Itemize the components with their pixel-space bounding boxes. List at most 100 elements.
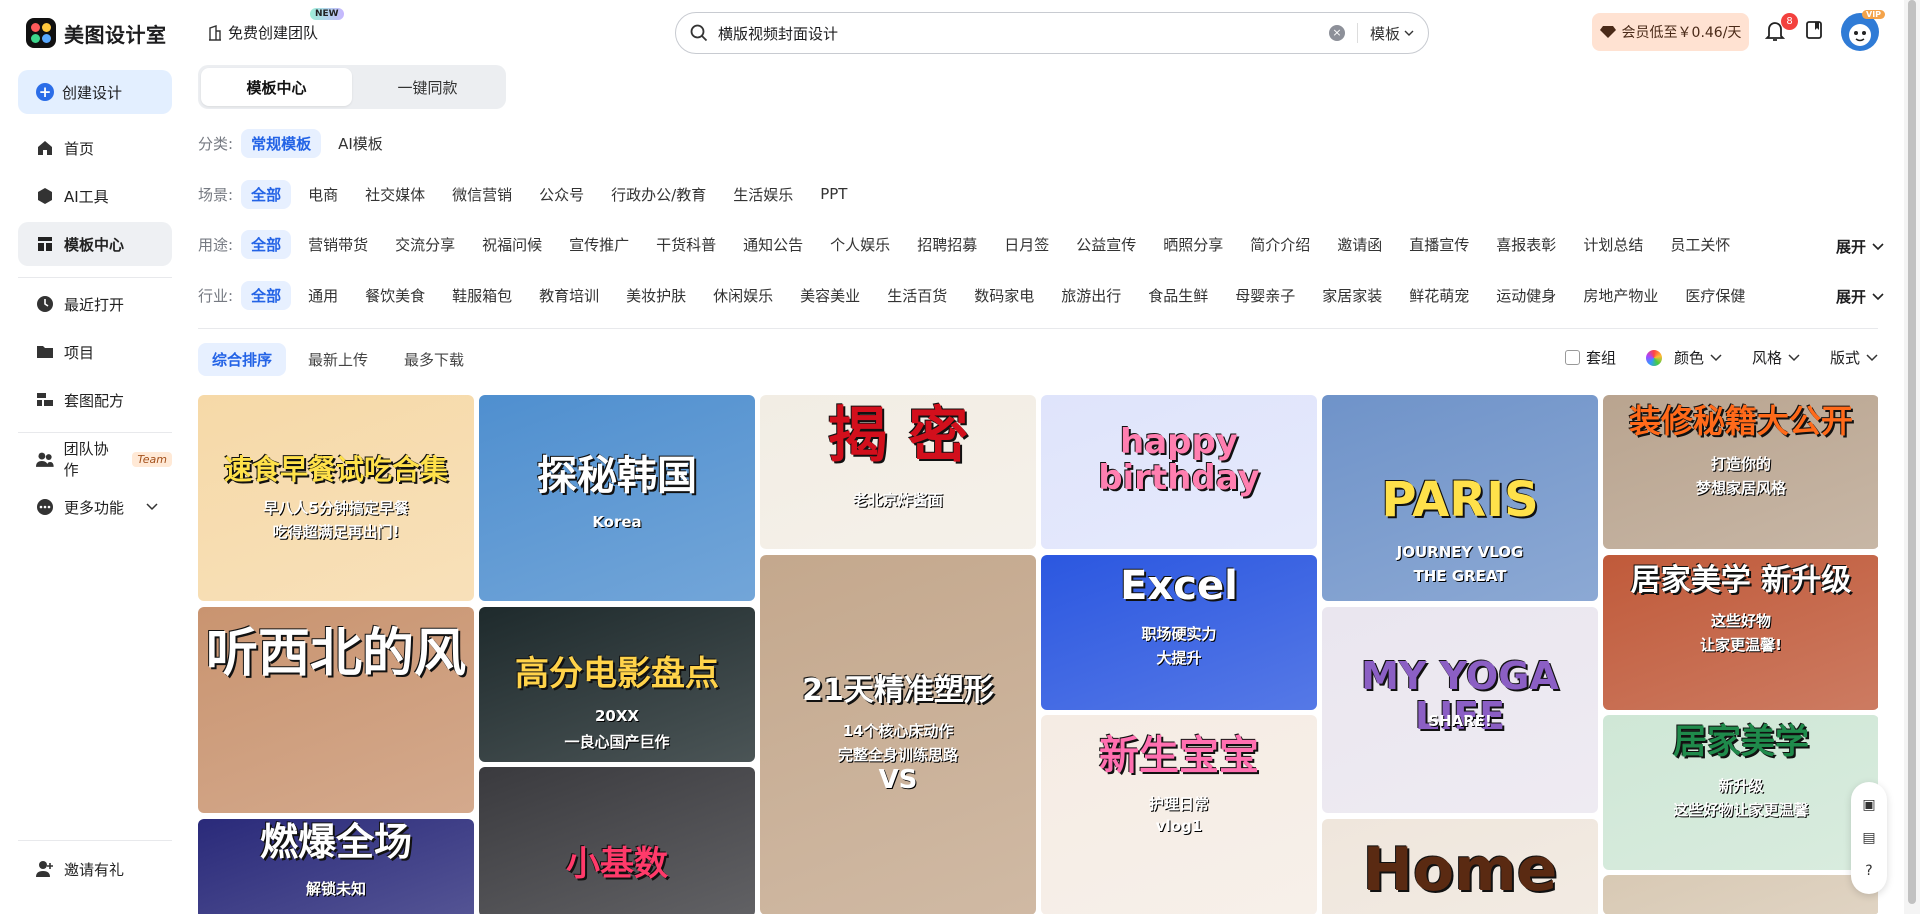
template-card[interactable]: 装修秘籍大公开 打造你的 梦想家居风格 xyxy=(1603,395,1878,549)
sidebar-item-home[interactable]: 首页 xyxy=(18,126,172,170)
clear-search-icon[interactable]: × xyxy=(1328,25,1345,41)
industry-chip[interactable]: 家居家装 xyxy=(1312,281,1392,310)
usage-chip[interactable]: 通知公告 xyxy=(733,230,813,259)
save-icon[interactable]: ▣ xyxy=(1861,797,1877,813)
sort-comprehensive[interactable]: 综合排序 xyxy=(198,342,287,376)
industry-chip[interactable]: 教育培训 xyxy=(529,281,609,310)
industry-chip[interactable]: 全部 xyxy=(241,280,292,310)
scene-chip[interactable]: 公众号 xyxy=(529,180,594,209)
industry-chip[interactable]: 鞋服箱包 xyxy=(442,281,522,310)
template-card[interactable]: 小基数 xyxy=(479,767,755,914)
industry-chip[interactable]: 通用 xyxy=(298,281,348,310)
sidebar-item-recent[interactable]: 最近打开 xyxy=(18,282,172,326)
tab-template-center[interactable]: 模板中心 xyxy=(201,68,352,106)
usage-chip[interactable]: 直播宣传 xyxy=(1399,230,1479,259)
template-card[interactable]: Excel 职场硬实力 大提升 xyxy=(1041,555,1317,710)
group-checkbox[interactable]: 套组 xyxy=(1564,347,1616,368)
search-scope-dropdown[interactable]: 模板 xyxy=(1370,23,1414,44)
usage-chip[interactable]: 全部 xyxy=(241,229,292,259)
sidebar: + 创建设计 首页 AI工具 模板中心 最近打开 项目 套图配方 团队协作 Te… xyxy=(0,64,190,914)
vip-promo-button[interactable]: 会员低至￥0.46/天 xyxy=(1592,13,1749,51)
industry-chip[interactable]: 食品生鲜 xyxy=(1138,281,1218,310)
search-bar[interactable]: 横版视频封面设计 × 模板 xyxy=(675,12,1429,54)
usage-chip[interactable]: 计划总结 xyxy=(1573,230,1653,259)
app-logo[interactable]: 美图设计室 xyxy=(26,18,167,48)
sidebar-item-recipes[interactable]: 套图配方 xyxy=(18,378,172,422)
bookmark-icon[interactable] xyxy=(1805,20,1823,40)
chip-regular-template[interactable]: 常规模板 xyxy=(241,128,322,158)
template-card[interactable]: 居家美学 新升级 这些好物让家更温馨 xyxy=(1603,715,1878,870)
chip-ai-template[interactable]: AI模板 xyxy=(328,129,393,158)
usage-chip[interactable]: 干货科普 xyxy=(646,230,726,259)
create-team-button[interactable]: 免费创建团队 xyxy=(208,22,318,43)
template-card[interactable]: MY YOGA LIFE SHARE! xyxy=(1322,607,1598,813)
scene-chip[interactable]: 社交媒体 xyxy=(355,180,435,209)
sort-newest[interactable]: 最新上传 xyxy=(294,343,382,376)
template-card[interactable]: 揭 密老北京炸酱面 xyxy=(760,395,1036,549)
feedback-icon[interactable]: ▤ xyxy=(1861,830,1877,846)
template-card[interactable]: 听西北的风 xyxy=(198,607,474,813)
search-input[interactable]: 横版视频封面设计 xyxy=(718,23,1329,44)
usage-chip[interactable]: 公益宣传 xyxy=(1066,230,1146,259)
usage-chip[interactable]: 营销带货 xyxy=(298,230,378,259)
scrollbar-thumb[interactable] xyxy=(1908,0,1916,904)
invite-button[interactable]: 邀请有礼 xyxy=(18,847,172,891)
chevron-down-icon xyxy=(1872,242,1884,250)
sidebar-item-more[interactable]: 更多功能 xyxy=(18,485,172,529)
expand-usage-button[interactable]: 展开 xyxy=(1836,236,1884,257)
industry-chip[interactable]: 休闲娱乐 xyxy=(703,281,783,310)
color-dropdown[interactable]: 颜色 xyxy=(1645,347,1722,368)
template-card[interactable]: HomeLife xyxy=(1322,819,1598,914)
scene-chip[interactable]: 微信营销 xyxy=(442,180,522,209)
template-card[interactable]: happy birthday xyxy=(1041,395,1317,549)
sort-most-downloaded[interactable]: 最多下载 xyxy=(390,343,478,376)
industry-chip[interactable]: 鲜花萌宠 xyxy=(1399,281,1479,310)
usage-chip[interactable]: 招聘招募 xyxy=(907,230,987,259)
industry-chip[interactable]: 餐饮美食 xyxy=(355,281,435,310)
sidebar-item-templates[interactable]: 模板中心 xyxy=(18,222,172,266)
usage-chip[interactable]: 邀请函 xyxy=(1327,230,1392,259)
template-card[interactable] xyxy=(1603,875,1878,914)
usage-chip[interactable]: 晒照分享 xyxy=(1153,230,1233,259)
expand-industry-button[interactable]: 展开 xyxy=(1836,286,1884,307)
help-icon[interactable]: ? xyxy=(1861,863,1877,879)
industry-chip[interactable]: 生活百货 xyxy=(877,281,957,310)
sidebar-item-ai-tools[interactable]: AI工具 xyxy=(18,174,172,218)
template-card[interactable]: 速食早餐试吃合集 早八人5分钟搞定早餐 吃得超满足再出门! xyxy=(198,395,474,601)
template-card[interactable]: 新生宝宝 护理日常 vlog1 xyxy=(1041,715,1317,914)
usage-chip[interactable]: 宣传推广 xyxy=(559,230,639,259)
industry-chip[interactable]: 运动健身 xyxy=(1486,281,1566,310)
layout-dropdown[interactable]: 版式 xyxy=(1830,347,1878,368)
template-card[interactable]: 探秘韩国 Korea xyxy=(479,395,755,601)
usage-chip[interactable]: 祝福问候 xyxy=(472,230,552,259)
template-card[interactable]: PARIS JOURNEY VLOG THE GREAT xyxy=(1322,395,1598,601)
industry-chip[interactable]: 美妆护肤 xyxy=(616,281,696,310)
sidebar-item-team[interactable]: 团队协作 Team xyxy=(18,437,172,481)
usage-chip[interactable]: 员工关怀 xyxy=(1660,230,1740,259)
template-card[interactable]: 居家美学 新升级 这些好物 让家更温馨! xyxy=(1603,555,1878,710)
usage-chip[interactable]: 个人娱乐 xyxy=(820,230,900,259)
scene-chip[interactable]: 行政办公/教育 xyxy=(601,180,716,209)
industry-chip[interactable]: 房地产物业 xyxy=(1573,281,1668,310)
scene-chip[interactable]: PPT xyxy=(810,181,857,207)
create-design-button[interactable]: + 创建设计 xyxy=(18,70,172,114)
usage-chip[interactable]: 日月签 xyxy=(994,230,1059,259)
style-dropdown[interactable]: 风格 xyxy=(1752,347,1800,368)
usage-chip[interactable]: 简介介绍 xyxy=(1240,230,1320,259)
scene-chip[interactable]: 全部 xyxy=(241,179,292,209)
sidebar-item-projects[interactable]: 项目 xyxy=(18,330,172,374)
scene-chip[interactable]: 生活娱乐 xyxy=(723,180,803,209)
industry-chip[interactable]: 旅游出行 xyxy=(1051,281,1131,310)
industry-chip[interactable]: 母婴亲子 xyxy=(1225,281,1305,310)
industry-chip[interactable]: 医疗保健 xyxy=(1675,281,1755,310)
scene-chip[interactable]: 电商 xyxy=(298,180,348,209)
industry-chip[interactable]: 美容美业 xyxy=(790,281,870,310)
template-card[interactable]: 高分电影盘点 20XX 一良心国产巨作 xyxy=(479,607,755,762)
usage-chip[interactable]: 交流分享 xyxy=(385,230,465,259)
usage-chip[interactable]: 喜报表彰 xyxy=(1486,230,1566,259)
template-subtitle-2: 一良心国产巨作 xyxy=(564,733,670,752)
template-card[interactable]: 燃爆全场 解锁未知 xyxy=(198,819,474,914)
template-card[interactable]: 21天精准塑形 14个核心床动作 完整全身训练思路 VS xyxy=(760,555,1036,914)
tab-one-click-copy[interactable]: 一键同款 xyxy=(352,68,503,106)
industry-chip[interactable]: 数码家电 xyxy=(964,281,1044,310)
